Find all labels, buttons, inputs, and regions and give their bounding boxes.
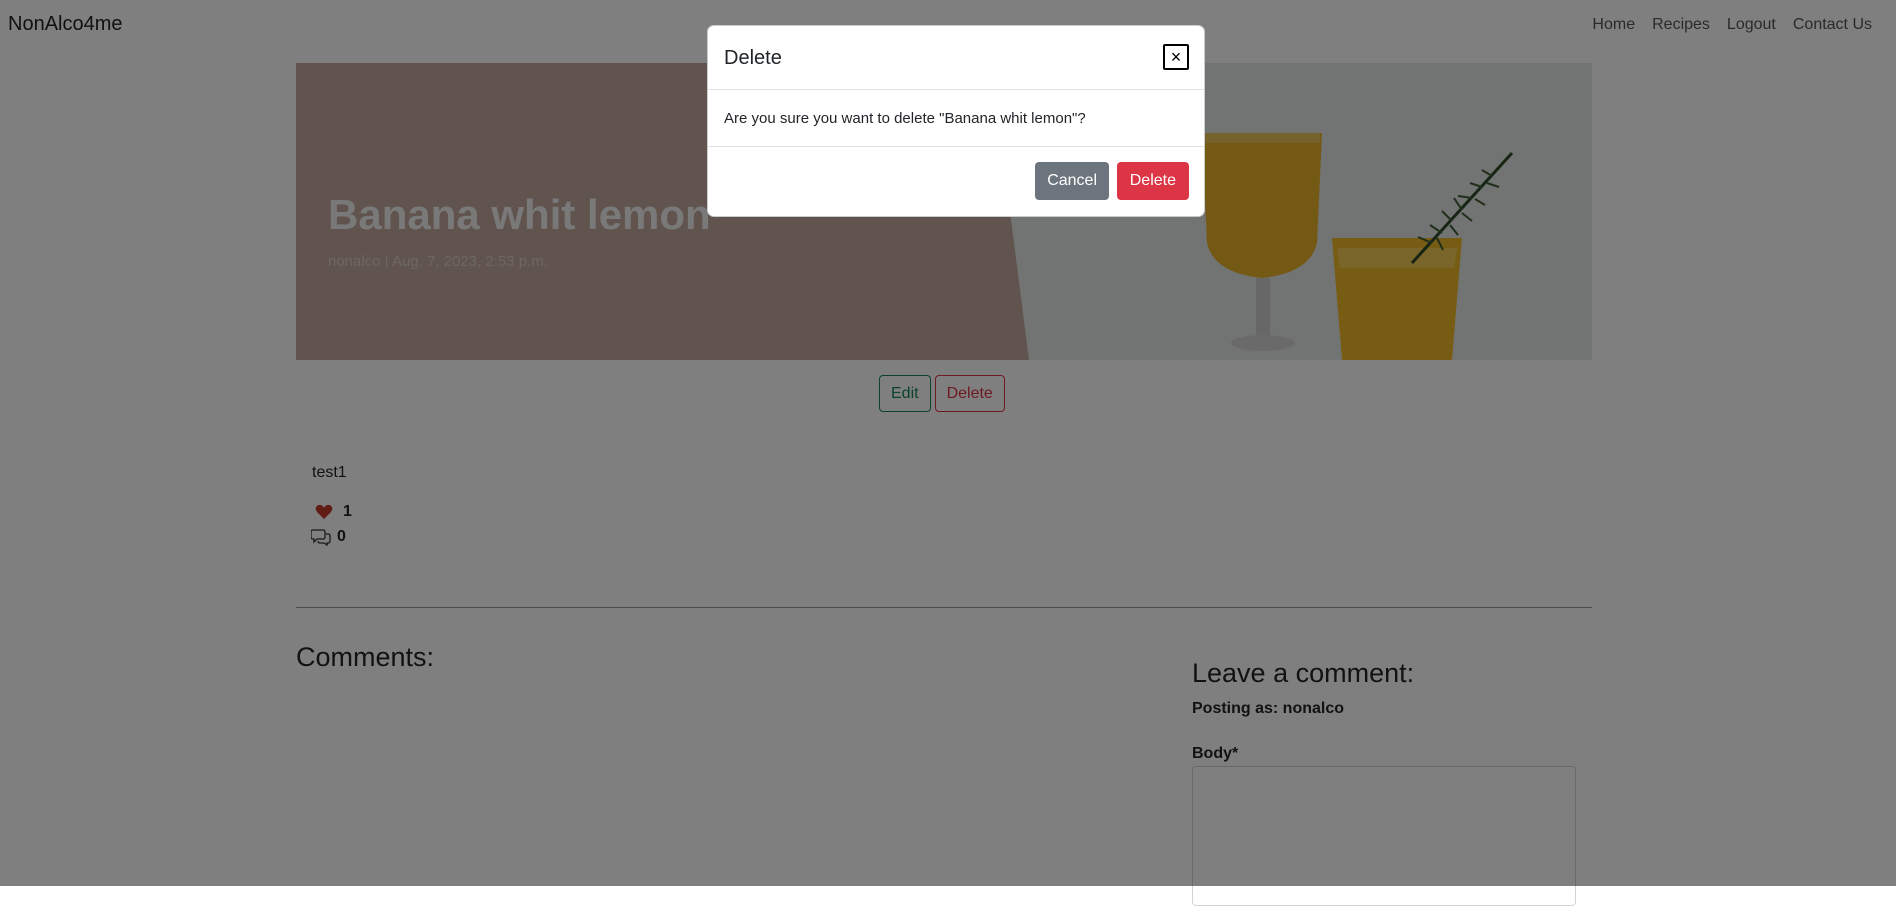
cancel-button[interactable]: Cancel <box>1035 162 1109 200</box>
modal-body: Are you sure you want to delete "Banana … <box>708 90 1204 147</box>
modal-footer: Cancel Delete <box>708 147 1204 217</box>
delete-modal: Delete × Are you sure you want to delete… <box>707 25 1205 217</box>
confirm-delete-button[interactable]: Delete <box>1116 162 1189 200</box>
modal-title: Delete <box>724 47 782 69</box>
modal-header: Delete × <box>708 26 1204 90</box>
modal-message: Are you sure you want to delete "Banana … <box>724 110 1086 127</box>
close-icon[interactable]: × <box>1163 44 1189 70</box>
